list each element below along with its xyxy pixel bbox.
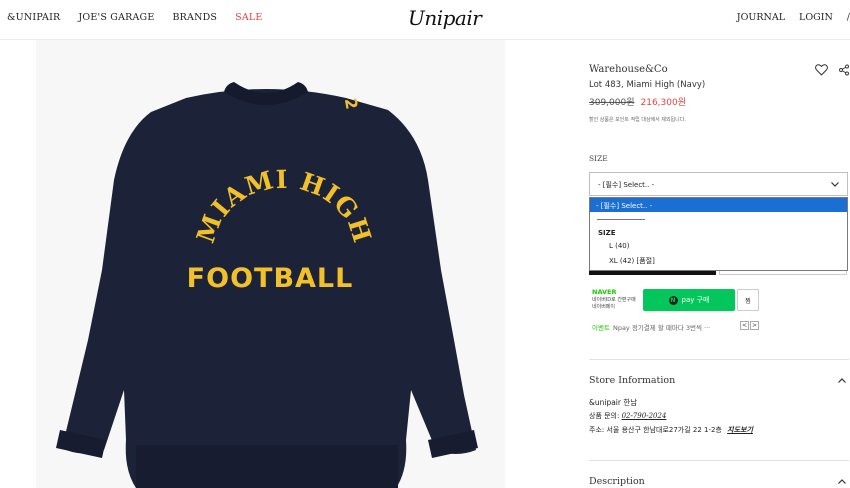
point-exclusion-note: 할인 상품은 포인트 적립 대상에서 제외됩니다. — [589, 117, 686, 123]
store-name: &unipair 한남 — [589, 398, 638, 407]
nav-joes-garage[interactable]: JOE'S GARAGE — [78, 12, 154, 23]
product-name: Lot 483, Miami High (Navy) — [589, 80, 706, 90]
map-link[interactable]: 지도보기 — [727, 426, 753, 434]
size-option-separator[interactable] — [590, 212, 847, 226]
divider — [589, 359, 849, 360]
event-prev-button[interactable]: < — [740, 321, 749, 330]
naver-sub-line1: 네이버ID로 간편구매 — [592, 297, 636, 303]
size-option-xl[interactable]: XL (42) [품절] — [590, 254, 847, 268]
nav-journal[interactable]: JOURNAL — [737, 12, 785, 23]
naver-logo: NAVER — [592, 288, 617, 296]
nav-sale[interactable]: SALE — [235, 12, 262, 23]
nav-login[interactable]: LOGIN — [799, 12, 833, 23]
nav-brands[interactable]: BRANDS — [172, 12, 217, 23]
size-select-value: - [필수] Select.. - — [598, 181, 655, 189]
npay-wish-button[interactable]: 찜 — [737, 289, 759, 311]
account-nav: JOURNAL LOGIN / — [737, 12, 850, 23]
description-title[interactable]: Description — [589, 476, 645, 487]
naver-sub-line2: 네이버페이 — [592, 304, 616, 310]
football-print: FOOTBALL — [187, 263, 354, 294]
add-to-cart-button[interactable] — [719, 271, 847, 275]
site-header: &UNIPAIR JOE'S GARAGE BRANDS SALE Unipai… — [0, 0, 850, 40]
chevron-up-icon[interactable] — [837, 376, 847, 386]
event-pager: < > — [740, 321, 759, 330]
size-select[interactable]: - [필수] Select.. - — [589, 172, 848, 196]
size-option-placeholder[interactable]: - [필수] Select.. - — [590, 198, 847, 212]
chevron-up-icon[interactable] — [837, 477, 847, 487]
event-label: 이벤트 — [592, 324, 610, 332]
store-phone-line: 상품 문의: 02-790-2024 — [589, 411, 666, 421]
store-address: 서울 용산구 한남대로27가길 22 1-2층 — [606, 426, 722, 434]
share-icon[interactable] — [838, 64, 850, 76]
price-row: 309,000원 216,300원 — [589, 95, 686, 108]
sale-price: 216,300원 — [640, 98, 687, 108]
npay-buy-button[interactable]: N pay 구매 — [643, 289, 735, 311]
npay-event-row[interactable]: 이벤트 Npay 정기결제 할 때마다 3번씩 ··· — [592, 322, 710, 332]
buy-now-button[interactable] — [589, 271, 716, 275]
site-logo[interactable]: Unipair — [408, 6, 482, 30]
product-image[interactable]: 2 MIAMI HIGH FOOTBALL — [36, 40, 505, 488]
size-option-group: SIZE — [598, 229, 616, 237]
event-next-button[interactable]: > — [750, 321, 759, 330]
size-label: SIZE — [589, 154, 608, 163]
product-brand[interactable]: Warehouse&Co — [589, 64, 668, 75]
sweatshirt-illustration: 2 MIAMI HIGH FOOTBALL — [56, 82, 478, 488]
store-phone-label: 상품 문의: — [589, 412, 620, 420]
store-phone[interactable]: 02-790-2024 — [622, 412, 667, 420]
heart-icon[interactable] — [815, 64, 828, 76]
chevron-down-icon — [831, 182, 839, 187]
npay-buy-label: pay 구매 — [681, 296, 710, 304]
size-dropdown-list: - [필수] Select.. - SIZE L (40) XL (42) [품… — [589, 197, 848, 271]
product-actions — [815, 64, 850, 76]
store-info-title[interactable]: Store Information — [589, 375, 675, 386]
npay-icon: N — [668, 295, 678, 305]
size-option-l[interactable]: L (40) — [590, 240, 847, 254]
original-price: 309,000원 — [589, 98, 635, 108]
main-nav: &UNIPAIR JOE'S GARAGE BRANDS SALE — [7, 12, 263, 23]
event-text: Npay 정기결제 할 때마다 3번씩 ··· — [612, 324, 711, 332]
nav-unipair[interactable]: &UNIPAIR — [7, 12, 60, 23]
store-address-label: 주소: — [589, 426, 605, 434]
naver-description: 네이버ID로 간편구매 네이버페이 — [592, 297, 636, 311]
store-address-line: 주소: 서울 용산구 한남대로27가길 22 1-2층 지도보기 — [589, 425, 753, 435]
divider — [589, 460, 849, 461]
